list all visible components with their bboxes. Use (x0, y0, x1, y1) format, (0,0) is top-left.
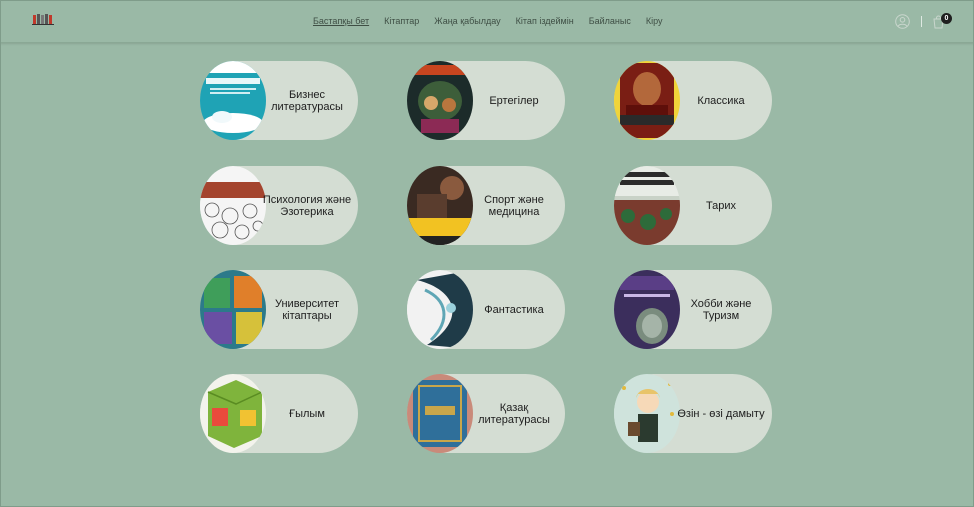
category-label: Классика (697, 94, 745, 107)
category-card-psychology[interactable]: Психология және Эзотерика (200, 166, 358, 245)
category-card-hobby[interactable]: Хобби және Туризм (614, 270, 772, 349)
category-card-business[interactable]: Бизнес литературасы (200, 61, 358, 140)
user-icon[interactable] (895, 14, 910, 29)
book-cover-science-icon (200, 374, 266, 453)
site-header: Бастапқы бет Кітаптар Жаңа қабылдау Кіта… (0, 0, 974, 43)
category-label: Университет кітаптары (274, 297, 340, 322)
category-label: Фантастика (484, 303, 544, 316)
category-card-selfdev[interactable]: Өзін - өзі дамыту (614, 374, 772, 453)
book-cover-fantasy-icon (407, 270, 473, 349)
category-card-university[interactable]: Университет кітаптары (200, 270, 358, 349)
main-nav: Бастапқы бет Кітаптар Жаңа қабылдау Кіта… (313, 16, 677, 26)
category-label: Ертегілер (489, 94, 539, 107)
category-card-history[interactable]: Тарих (614, 166, 772, 245)
nav-home[interactable]: Бастапқы бет (313, 16, 369, 26)
category-card-science[interactable]: Ғылым (200, 374, 358, 453)
book-cover-history-icon (614, 166, 680, 245)
book-cover-kazakh-icon (407, 374, 473, 453)
book-cover-classic-icon (614, 61, 680, 140)
category-card-sport[interactable]: Спорт және медицина (407, 166, 565, 245)
category-card-classic[interactable]: Классика (614, 61, 772, 140)
category-card-tales[interactable]: Ертегілер (407, 61, 565, 140)
category-label: Хобби және Туризм (690, 297, 752, 322)
category-label: Ғылым (289, 407, 325, 420)
nav-new-arrivals[interactable]: Жаңа қабылдау (434, 16, 500, 26)
nav-login[interactable]: Кіру (646, 16, 663, 26)
category-card-fantasy[interactable]: Фантастика (407, 270, 565, 349)
category-label: Қазақ литературасы (478, 401, 550, 426)
book-cover-selfdev-icon (614, 374, 680, 453)
book-cover-sport-icon (407, 166, 473, 245)
category-label: Тарих (705, 199, 737, 212)
category-label: Спорт және медицина (484, 193, 544, 218)
nav-books[interactable]: Кітаптар (384, 16, 419, 26)
category-label: Психология және Эзотерика (262, 193, 352, 218)
book-cover-university-icon (200, 270, 266, 349)
cart-count-badge: 0 (941, 13, 952, 24)
logo-icon[interactable] (31, 13, 55, 29)
nav-book-search[interactable]: Кітап іздеймін (516, 16, 574, 26)
category-label: Өзін - өзі дамыту (677, 407, 765, 420)
book-cover-tales-icon (407, 61, 473, 140)
category-card-kazakh[interactable]: Қазақ литературасы (407, 374, 565, 453)
category-label: Бизнес литературасы (271, 88, 343, 113)
nav-contact[interactable]: Байланыс (589, 16, 631, 26)
book-cover-psychology-icon (200, 166, 266, 245)
book-cover-business-icon (200, 61, 266, 140)
header-divider (921, 16, 922, 27)
book-cover-hobby-icon (614, 270, 680, 349)
